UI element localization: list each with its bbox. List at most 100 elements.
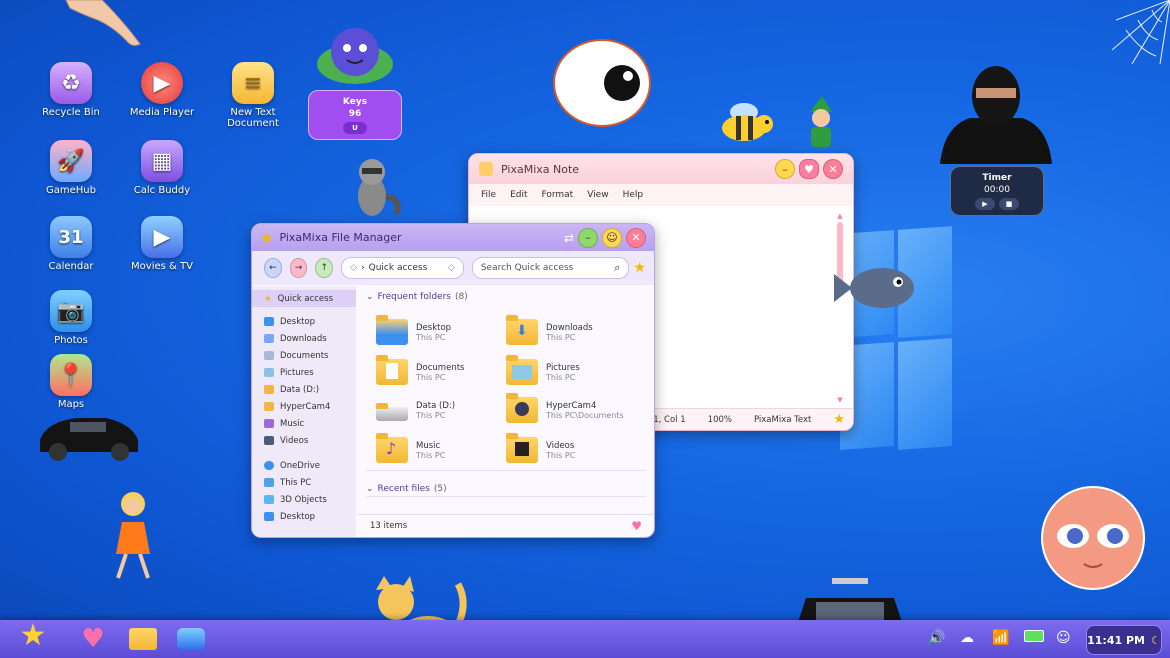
desktop-icon-label: Calendar <box>48 261 94 272</box>
heart-icon[interactable]: ♥ <box>631 519 642 533</box>
sidebar-item-3d-objects[interactable]: 3D Objects <box>252 491 356 508</box>
keys-widget-key[interactable]: U <box>343 122 367 134</box>
folder-data-d[interactable]: Data (D:) This PC <box>376 392 506 428</box>
minimize-button[interactable]: – <box>775 159 795 179</box>
folder-desktop[interactable]: Desktop This PC <box>376 314 506 350</box>
section-count: (5) <box>433 484 447 494</box>
zoom-level: 100% <box>707 414 732 425</box>
file-manager-titlebar[interactable]: ★ PixaMixa File Manager ⇄ – ☺ ✕ <box>252 224 654 251</box>
timer-stop-button[interactable]: ■ <box>999 198 1019 210</box>
desktop-icon <box>264 317 274 326</box>
address-bar[interactable]: ◇ › Quick access ◇ <box>341 257 464 279</box>
section-label: Recent files <box>377 484 430 494</box>
menu-edit[interactable]: Edit <box>510 190 527 200</box>
menu-help[interactable]: Help <box>623 190 644 200</box>
search-icon[interactable]: ⌕ <box>614 261 620 275</box>
movies-icon: ▶ <box>141 216 183 258</box>
user-icon[interactable]: ☺ <box>1056 630 1071 646</box>
sidebar-item-data-d[interactable]: Data (D:) <box>252 381 356 398</box>
camera-icon: 📷 <box>50 290 92 332</box>
timer-play-button[interactable]: ▶ <box>975 198 995 210</box>
folder-hypercam4[interactable]: HyperCam4 This PC\Documents <box>506 392 636 428</box>
menu-format[interactable]: Format <box>542 190 574 200</box>
rocket-icon: 🚀 <box>50 140 92 182</box>
desktop-icon-recycle-bin[interactable]: ♻ Recycle Bin <box>29 62 113 118</box>
sidebar-item-downloads[interactable]: Downloads <box>252 330 356 347</box>
desktop-icon-label: Photos <box>54 335 88 346</box>
note-titlebar[interactable]: PixaMixa Note – ♥ ✕ <box>469 154 853 184</box>
raccoon-sticker <box>346 156 402 218</box>
folder-name: Data (D:) <box>416 400 456 411</box>
timer-widget-value: 00:00 <box>984 185 1010 195</box>
minimize-button[interactable]: – <box>578 227 598 248</box>
sidebar-item-pictures[interactable]: Pictures <box>252 364 356 381</box>
camera-icon[interactable] <box>176 624 206 654</box>
maximize-heart-button[interactable]: ♥ <box>799 159 819 179</box>
sidebar-item-quick-access[interactable]: ★ Quick access <box>252 290 356 307</box>
search-placeholder: Search Quick access <box>480 263 574 273</box>
search-input[interactable]: Search Quick access ⌕ <box>471 257 630 279</box>
heart-icon[interactable]: ♥ <box>78 624 108 654</box>
sidebar-item-videos[interactable]: Videos <box>252 432 356 449</box>
desktop-icon-calc-buddy[interactable]: ▦ Calc Buddy <box>120 140 204 196</box>
desktop-icon-label: Media Player <box>129 107 195 118</box>
desktop-icon-label: Calc Buddy <box>133 185 191 196</box>
desktop-icon-calendar[interactable]: 31 Calendar <box>29 216 113 272</box>
menu-view[interactable]: View <box>587 190 608 200</box>
desktop-icon-movies-tv[interactable]: ▶ Movies & TV <box>120 216 204 272</box>
back-button[interactable]: ← <box>264 258 282 278</box>
wifi-icon[interactable]: 📶 <box>992 630 1009 646</box>
desktop-icon <box>264 512 274 521</box>
sidebar-item-desktop-2[interactable]: Desktop <box>252 508 356 525</box>
ninja-sticker <box>940 56 1052 164</box>
scroll-up-icon[interactable]: ▲ <box>835 212 845 220</box>
sidebar-label: Videos <box>280 435 309 446</box>
folder-documents[interactable]: Documents This PC <box>376 354 506 390</box>
folder-icon[interactable] <box>128 624 158 654</box>
maximize-button[interactable]: ☺ <box>602 227 622 248</box>
volume-icon[interactable]: 🔊 <box>928 630 945 646</box>
girl-sticker <box>108 488 158 580</box>
folder-music[interactable]: ♪ Music This PC <box>376 432 506 468</box>
up-button[interactable]: ↑ <box>315 258 334 278</box>
desktop-icon-photos[interactable]: 📷 Photos <box>29 290 113 346</box>
star-icon: ★ <box>264 293 272 304</box>
desktop-icon-gamehub[interactable]: 🚀 GameHub <box>29 140 113 196</box>
snap-arrow-icon[interactable]: ⇄ <box>564 231 574 245</box>
frequent-folders-header[interactable]: ⌄ Frequent folders (8) <box>358 286 654 308</box>
sidebar-label: OneDrive <box>280 460 320 471</box>
sidebar-label: Quick access <box>277 293 334 304</box>
battery-icon[interactable] <box>1024 630 1044 646</box>
star-icon[interactable]: ★ <box>18 618 48 653</box>
sidebar-item-onedrive[interactable]: OneDrive <box>252 457 356 474</box>
sidebar-item-this-pc[interactable]: This PC <box>252 474 356 491</box>
sidebar-item-music[interactable]: Music <box>252 415 356 432</box>
videos-folder-icon <box>506 433 538 463</box>
desktop-icon-media-player[interactable]: ▶ Media Player <box>120 62 204 118</box>
menu-file[interactable]: File <box>481 190 496 200</box>
desktop-icon-label: Recycle Bin <box>42 107 100 118</box>
folder-videos[interactable]: Videos This PC <box>506 432 636 468</box>
desktop-icon-label: GameHub <box>46 185 96 196</box>
folder-downloads[interactable]: ⬇ Downloads This PC <box>506 314 636 350</box>
sidebar-label: Downloads <box>280 333 327 344</box>
desktop-icon-new-text-document[interactable]: ≡ New Text Document <box>211 62 295 129</box>
sidebar-item-documents[interactable]: Documents <box>252 347 356 364</box>
chevron-down-icon: ⌄ <box>366 292 374 302</box>
close-button[interactable]: ✕ <box>823 159 843 179</box>
address-text: Quick access <box>368 263 428 273</box>
folder-name: Desktop <box>416 322 452 333</box>
diamond-icon: ◇ <box>350 263 358 273</box>
forward-button[interactable]: → <box>289 258 308 278</box>
folder-location: This PC <box>546 332 576 342</box>
sports-car-sticker <box>36 402 140 462</box>
section-label: Frequent folders <box>377 292 451 302</box>
scroll-down-icon[interactable]: ▼ <box>835 396 845 404</box>
sidebar-label: Desktop <box>280 511 316 522</box>
folder-pictures[interactable]: Pictures This PC <box>506 354 636 390</box>
sidebar-item-hypercam4[interactable]: HyperCam4 <box>252 398 356 415</box>
sidebar-item-desktop[interactable]: Desktop <box>252 313 356 330</box>
taskbar-clock[interactable]: 11:41 PM ☾ <box>1086 625 1162 655</box>
cloud-icon[interactable]: ☁ <box>960 630 974 646</box>
close-button[interactable]: ✕ <box>626 227 646 248</box>
